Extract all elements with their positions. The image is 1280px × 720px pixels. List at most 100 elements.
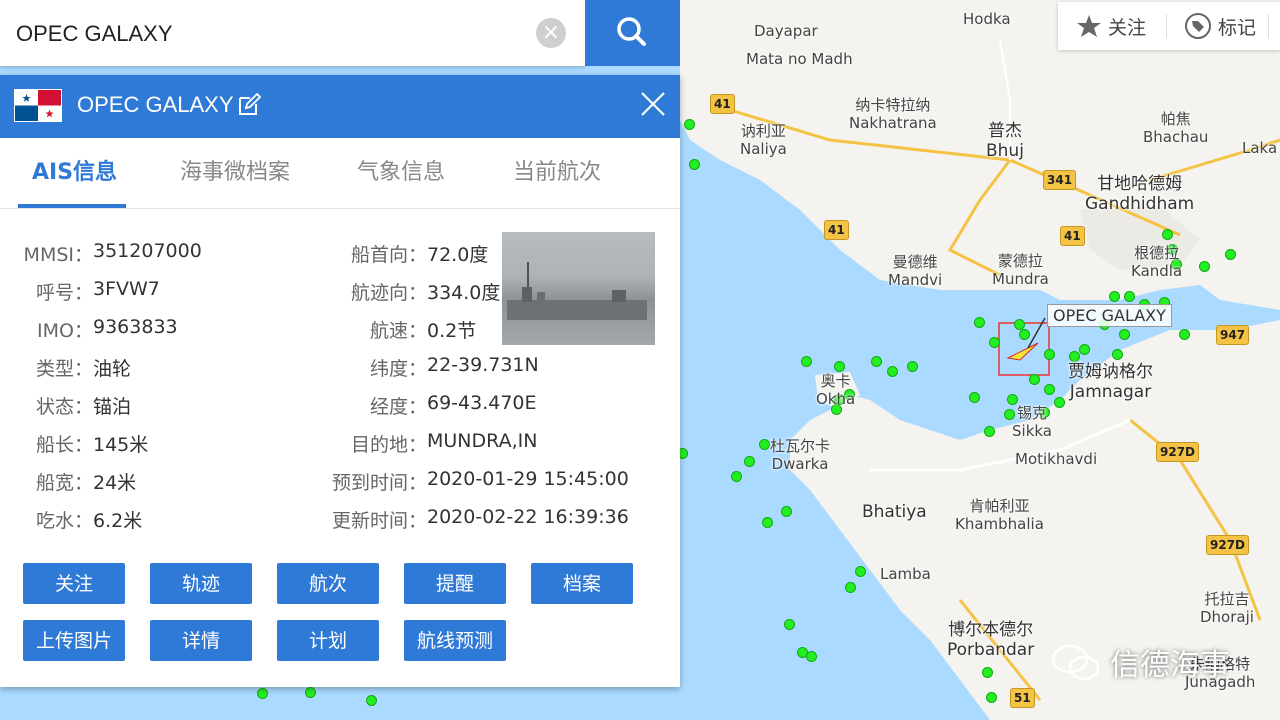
vessel-marker[interactable] <box>306 688 315 697</box>
vessel-marker[interactable] <box>760 440 769 449</box>
vessel-marker[interactable] <box>990 338 999 347</box>
vessel-marker[interactable] <box>1163 230 1172 239</box>
archive-button[interactable]: 档案 <box>531 563 633 604</box>
heading-label: 船首向： <box>350 244 427 266</box>
vessel-marker[interactable] <box>1015 320 1024 329</box>
place-name: Mandvi <box>888 271 943 289</box>
vessel-marker[interactable] <box>258 689 267 698</box>
track-button[interactable]: 轨迹 <box>150 563 252 604</box>
search-button[interactable] <box>585 0 680 66</box>
vessel-marker[interactable] <box>1045 350 1054 359</box>
vessel-marker[interactable] <box>798 648 807 657</box>
vessel-marker[interactable] <box>983 668 992 677</box>
vessel-marker[interactable] <box>782 507 791 516</box>
vessel-marker[interactable] <box>1080 345 1089 354</box>
place-label: 奥卡 Okha <box>816 372 855 408</box>
vessel-marker[interactable] <box>985 427 994 436</box>
vessel-marker[interactable] <box>1226 250 1235 259</box>
vessel-marker[interactable] <box>802 357 811 366</box>
tab-ais-info[interactable]: AIS信息 <box>32 138 117 208</box>
vessel-marker[interactable] <box>835 362 844 371</box>
place-name: 曼德维 <box>892 253 938 271</box>
tab-current-voyage[interactable]: 当前航次 <box>513 138 601 208</box>
clear-search-button[interactable]: × <box>536 18 566 48</box>
ship-photo[interactable] <box>502 232 655 345</box>
mark-button[interactable]: 标记 <box>1184 2 1256 50</box>
place-label: 蒙德拉 Mundra <box>992 252 1049 288</box>
vessel-marker[interactable] <box>872 357 881 366</box>
vessel-marker[interactable] <box>888 367 897 376</box>
vessel-marker[interactable] <box>1055 398 1064 407</box>
callsign-label: 呼号： <box>35 282 93 304</box>
status-value: 锚泊 <box>93 396 132 418</box>
search-input[interactable] <box>14 14 528 54</box>
eta-label: 预到时间： <box>331 472 427 494</box>
vessel-marker[interactable] <box>685 120 694 129</box>
place-label: Motikhavdi <box>1015 450 1097 468</box>
follow-button[interactable]: 关注 <box>1076 2 1146 50</box>
place-name: 托拉吉 <box>1204 590 1250 608</box>
place-name: Nakhatrana <box>849 114 937 132</box>
place-label: 杜瓦尔卡 Dwarka <box>770 437 830 473</box>
vessel-marker[interactable] <box>1110 292 1119 301</box>
plan-button[interactable]: 计划 <box>277 620 379 661</box>
vessel-marker[interactable] <box>1020 330 1029 339</box>
place-name: Lamba <box>880 565 931 583</box>
callsign-value: 3FVW7 <box>93 278 160 300</box>
alert-button[interactable]: 提醒 <box>404 563 506 604</box>
place-name: 帕焦 <box>1160 110 1191 128</box>
place-label: 普杰 Bhuj <box>986 121 1024 161</box>
vessel-marker[interactable] <box>732 472 741 481</box>
close-panel-button[interactable] <box>638 89 668 119</box>
road-shield: 927D <box>1206 535 1250 555</box>
vessel-marker[interactable] <box>975 318 984 327</box>
vessel-marker[interactable] <box>1030 375 1039 384</box>
course-label: 航迹向： <box>350 282 427 304</box>
vessel-marker[interactable] <box>987 693 996 702</box>
place-name: Okha <box>816 390 856 408</box>
target-vessel-label[interactable]: OPEC GALAXY <box>1047 304 1172 327</box>
place-label: 甘地哈德姆 Gandhidham <box>1085 174 1194 214</box>
vessel-marker[interactable] <box>1120 330 1129 339</box>
status-label: 状态： <box>35 396 93 418</box>
route-prediction-button[interactable]: 航线预测 <box>404 620 506 661</box>
tab-maritime-profile[interactable]: 海事微档案 <box>180 138 290 208</box>
vessel-marker[interactable] <box>1008 395 1017 404</box>
mmsi-label: MMSI： <box>23 244 93 266</box>
vessel-marker[interactable] <box>763 518 772 527</box>
tab-weather[interactable]: 气象信息 <box>357 138 445 208</box>
vessel-marker[interactable] <box>367 696 376 705</box>
place-label: Mata no Madh <box>746 50 853 68</box>
search-bar: × <box>0 0 585 66</box>
vessel-marker[interactable] <box>846 583 855 592</box>
vessel-marker[interactable] <box>1200 262 1209 271</box>
draft-label: 吃水： <box>35 510 93 532</box>
details-button[interactable]: 详情 <box>150 620 252 661</box>
upload-photo-button[interactable]: 上传图片 <box>23 620 125 661</box>
place-name: Mata no Madh <box>746 50 853 68</box>
vessel-marker[interactable] <box>785 620 794 629</box>
panel-header: OPEC GALAXY <box>0 75 680 138</box>
place-name: 讷利亚 <box>740 122 786 140</box>
vessel-marker[interactable] <box>908 362 917 371</box>
vessel-marker[interactable] <box>807 652 816 661</box>
voyage-button[interactable]: 航次 <box>277 563 379 604</box>
latitude-label: 纬度： <box>369 358 427 380</box>
search-icon <box>617 17 646 46</box>
place-name: Bhatiya <box>862 502 927 522</box>
vessel-marker[interactable] <box>1113 350 1122 359</box>
vessel-marker[interactable] <box>745 457 754 466</box>
vessel-marker[interactable] <box>1070 352 1079 361</box>
follow-vessel-button[interactable]: 关注 <box>23 563 125 604</box>
mmsi-value: 351207000 <box>93 240 202 262</box>
vessel-marker[interactable] <box>856 567 865 576</box>
vessel-marker[interactable] <box>1125 292 1134 301</box>
length-value: 145米 <box>93 434 149 456</box>
vessel-marker[interactable] <box>1180 330 1189 339</box>
edit-icon[interactable] <box>237 93 261 117</box>
road-shield: 41 <box>1060 226 1085 246</box>
vessel-marker[interactable] <box>690 160 699 169</box>
vessel-marker[interactable] <box>1045 385 1054 394</box>
vessel-marker[interactable] <box>970 393 979 402</box>
watermark-text: 信德海事 <box>1110 648 1230 683</box>
